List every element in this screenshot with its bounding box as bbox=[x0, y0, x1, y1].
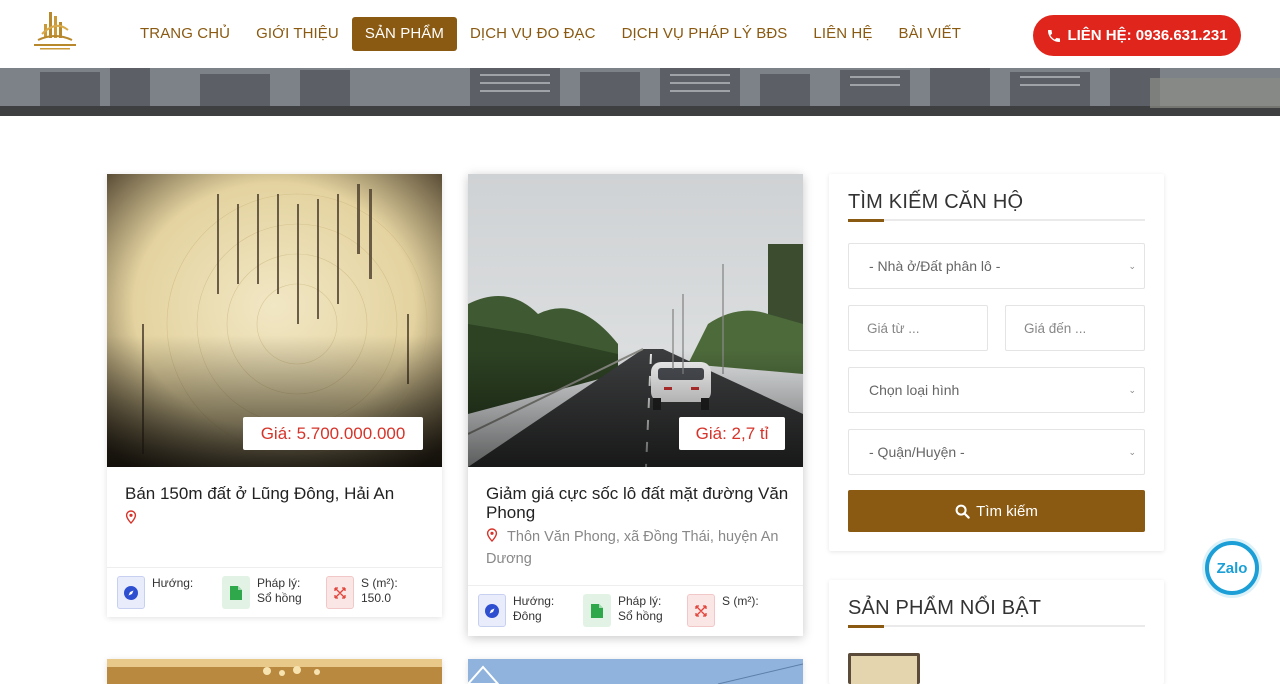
product-address bbox=[125, 508, 425, 530]
chevron-down-icon: ⌄ bbox=[1128, 385, 1136, 395]
hotline-label: LIÊN HỆ: 0936.631.231 bbox=[1067, 27, 1228, 44]
product-card[interactable]: Giá: 5.700.000.000 Bán 150m đất ở Lũng Đ… bbox=[107, 174, 442, 617]
price-to-placeholder: Giá đến ... bbox=[1024, 320, 1087, 336]
expand-icon bbox=[687, 594, 715, 627]
nav-products[interactable]: SẢN PHẨM bbox=[351, 17, 457, 51]
product-photo-interior[interactable] bbox=[107, 659, 442, 684]
feature-legal: Pháp lý: Sổ hồng bbox=[583, 594, 663, 627]
feature-area-value: 150.0 bbox=[361, 591, 392, 605]
search-panel-title: TÌM KIẾM CĂN HỘ bbox=[848, 191, 1024, 213]
nav-contact[interactable]: LIÊN HỆ bbox=[800, 17, 885, 51]
product-photo-sky[interactable] bbox=[468, 659, 803, 684]
document-icon bbox=[222, 576, 250, 609]
category-value: Chọn loại hình bbox=[869, 382, 960, 398]
location-pin-icon bbox=[125, 510, 137, 527]
featured-panel-title: SẢN PHẨM NỔI BẬT bbox=[848, 597, 1042, 619]
expand-icon bbox=[326, 576, 354, 609]
product-card[interactable] bbox=[107, 659, 442, 684]
phone-icon bbox=[1048, 29, 1061, 42]
feature-area-label: S (m²): bbox=[722, 594, 759, 608]
compass-icon bbox=[117, 576, 145, 609]
feature-direction-label: Hướng: bbox=[152, 576, 194, 590]
price-from-input[interactable]: Giá từ ... bbox=[848, 305, 988, 351]
district-select[interactable]: - Quận/Huyện - ⌄ bbox=[848, 429, 1145, 475]
feature-area-label: S (m²): bbox=[361, 576, 398, 590]
product-address-text: Thôn Văn Phong, xã Đồng Thái, huyện An D… bbox=[486, 529, 779, 567]
feature-direction: Hướng: bbox=[117, 576, 193, 609]
category-select[interactable]: Chọn loại hình ⌄ bbox=[848, 367, 1145, 413]
location-pin-icon bbox=[486, 528, 502, 545]
price-to-input[interactable]: Giá đến ... bbox=[1005, 305, 1145, 351]
search-panel: TÌM KIẾM CĂN HỘ - Nhà ở/Đất phân lô - ⌄ … bbox=[829, 174, 1164, 551]
zalo-chat-button[interactable]: Zalo bbox=[1205, 541, 1259, 595]
product-features: Hướng: Pháp lý: Sổ hồng S (m²): 150.0 bbox=[107, 567, 442, 617]
product-features: Hướng: Đông Pháp lý: Sổ hồng S (m²): bbox=[468, 585, 803, 635]
nav-survey-services[interactable]: DỊCH VỤ ĐO ĐẠC bbox=[457, 17, 609, 51]
product-price: Giá: 5.700.000.000 bbox=[243, 417, 423, 450]
title-divider bbox=[848, 219, 1145, 222]
company-logo[interactable] bbox=[30, 10, 80, 52]
feature-direction: Hướng: Đông bbox=[478, 594, 554, 627]
feature-direction-label: Hướng: bbox=[513, 594, 555, 608]
compass-icon bbox=[478, 594, 506, 627]
chevron-down-icon: ⌄ bbox=[1128, 447, 1136, 457]
feature-area: S (m²): 150.0 bbox=[326, 576, 398, 609]
product-card[interactable] bbox=[468, 659, 803, 684]
product-title[interactable]: Giảm giá cực sốc lô đất mặt đường Văn Ph… bbox=[486, 484, 791, 522]
featured-panel: SẢN PHẨM NỔI BẬT bbox=[829, 580, 1164, 684]
property-type-value: - Nhà ở/Đất phân lô - bbox=[869, 258, 1001, 274]
property-type-select[interactable]: - Nhà ở/Đất phân lô - ⌄ bbox=[848, 243, 1145, 289]
search-button[interactable]: Tìm kiếm bbox=[848, 490, 1145, 532]
feature-legal-value: Sổ hồng bbox=[257, 591, 302, 605]
featured-thumbnail[interactable] bbox=[848, 653, 920, 684]
product-card[interactable]: Giá: 2,7 tỉ Giảm giá cực sốc lô đất mặt … bbox=[468, 174, 803, 636]
product-address: Thôn Văn Phong, xã Đồng Thái, huyện An D… bbox=[486, 526, 786, 570]
feature-legal-label: Pháp lý: bbox=[257, 576, 301, 590]
nav-articles[interactable]: BÀI VIẾT bbox=[885, 17, 974, 51]
nav-about[interactable]: GIỚI THIỆU bbox=[243, 17, 352, 51]
product-photo-road[interactable]: Giá: 2,7 tỉ bbox=[468, 174, 803, 467]
product-price: Giá: 2,7 tỉ bbox=[679, 417, 785, 450]
title-divider bbox=[848, 625, 1145, 628]
product-photo-certificate[interactable]: Giá: 5.700.000.000 bbox=[107, 174, 442, 467]
site-header: TRANG CHỦ GIỚI THIỆU SẢN PHẨM DỊCH VỤ ĐO… bbox=[0, 0, 1280, 68]
district-value: - Quận/Huyện - bbox=[869, 444, 965, 460]
feature-legal-label: Pháp lý: bbox=[618, 594, 662, 608]
product-title[interactable]: Bán 150m đất ở Lũng Đông, Hải An bbox=[125, 484, 425, 503]
feature-direction-value: Đông bbox=[513, 609, 542, 623]
search-icon bbox=[955, 504, 970, 519]
feature-area: S (m²): bbox=[687, 594, 759, 627]
nav-legal-services[interactable]: DỊCH VỤ PHÁP LÝ BĐS bbox=[609, 17, 801, 51]
main-nav: TRANG CHỦ GIỚI THIỆU SẢN PHẨM DỊCH VỤ ĐO… bbox=[127, 17, 974, 51]
feature-legal: Pháp lý: Sổ hồng bbox=[222, 576, 302, 609]
hotline-button[interactable]: LIÊN HỆ: 0936.631.231 bbox=[1033, 15, 1241, 56]
feature-legal-value: Sổ hồng bbox=[618, 609, 663, 623]
search-button-label: Tìm kiếm bbox=[976, 502, 1038, 520]
document-icon bbox=[583, 594, 611, 627]
chevron-down-icon: ⌄ bbox=[1128, 261, 1136, 271]
nav-home[interactable]: TRANG CHỦ bbox=[127, 17, 243, 51]
zalo-label: Zalo bbox=[1216, 559, 1248, 577]
hero-banner-image bbox=[0, 68, 1280, 116]
price-from-placeholder: Giá từ ... bbox=[867, 320, 920, 336]
